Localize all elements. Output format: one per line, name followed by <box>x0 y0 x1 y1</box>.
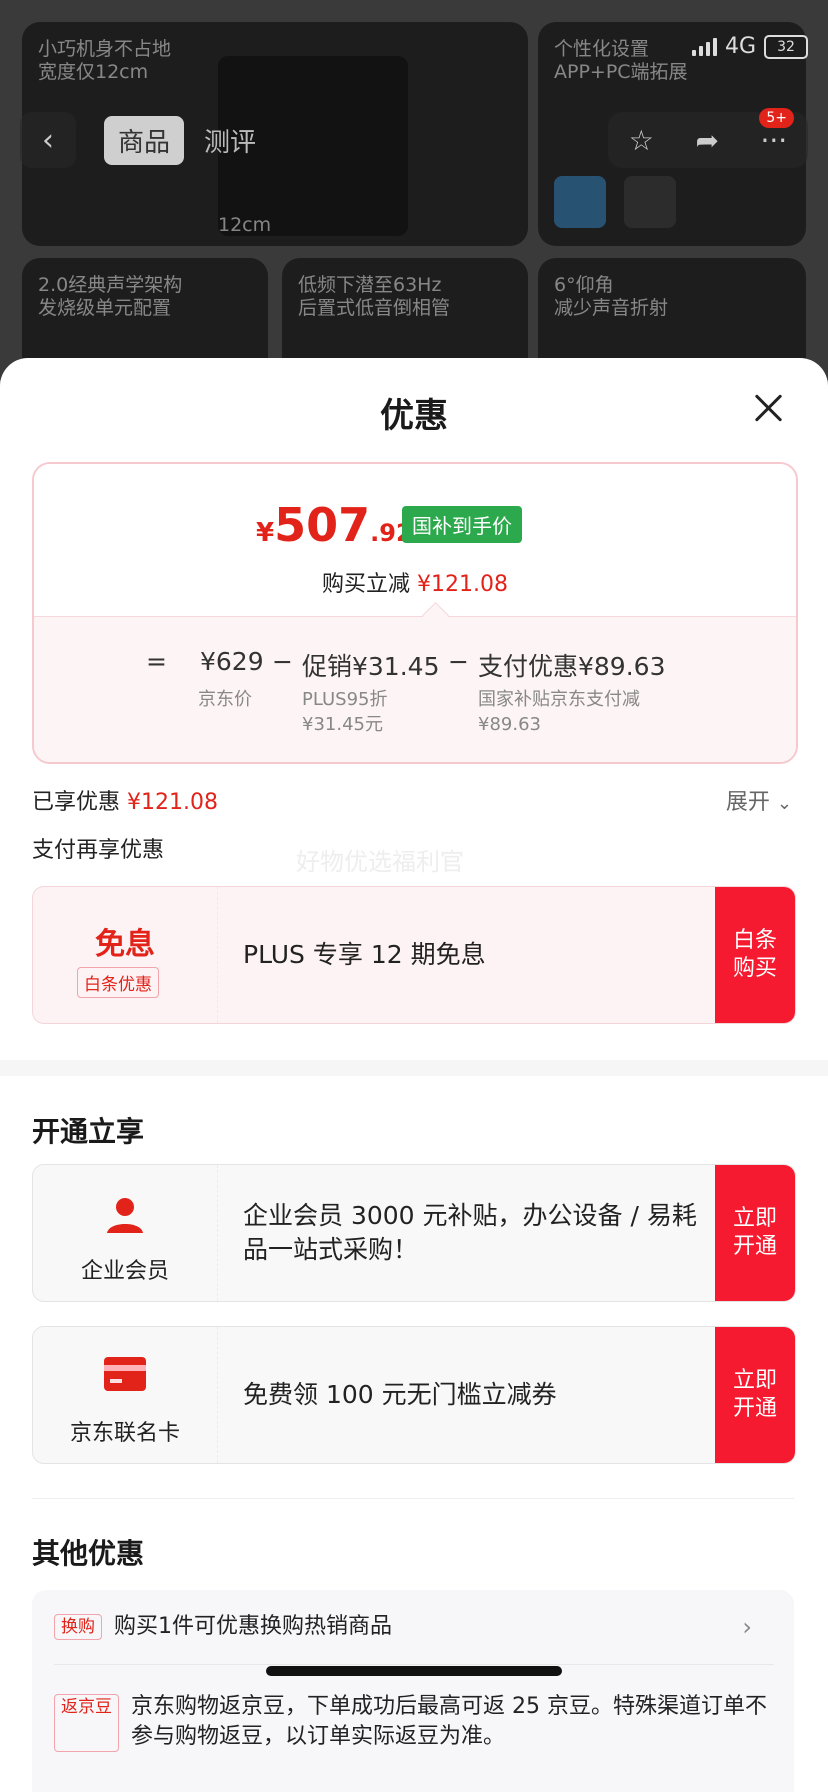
share-icon[interactable]: ➦ <box>695 124 718 157</box>
enterprise-member-label: 企业会员 <box>80 1259 169 1284</box>
instant-reduction: 购买立减 ¥121.08 <box>34 566 796 598</box>
promo-detail: PLUS95折 ¥31.45元 <box>302 687 388 737</box>
home-indicator[interactable] <box>266 1666 562 1676</box>
enterprise-open-button[interactable]: 立即开通 <box>715 1165 795 1301</box>
payment-detail-amount: ¥89.63 <box>478 714 541 735</box>
jd-cobrand-card[interactable]: 京东联名卡 免费领 100 元无门槛立减券 立即开通 <box>32 1326 796 1464</box>
jd-bean-text: 京东购物返京豆，下单成功后最高可返 25 京豆。特殊渠道订单不参与购物返豆，以订… <box>131 1694 767 1749</box>
enjoyed-amount: ¥121.08 <box>127 790 218 815</box>
divider <box>32 1498 794 1499</box>
jd-price: ¥629 <box>200 647 264 676</box>
battery-level: 32 <box>777 38 795 55</box>
more-icon[interactable]: ··· <box>760 124 787 157</box>
jd-card-open-label: 立即开通 <box>732 1368 777 1421</box>
battery-icon: 32 <box>764 34 808 59</box>
subsidy-price-tag: 国补到手价 <box>402 506 522 543</box>
nav-actions: ☆ ➦ ··· 5+ <box>608 108 808 168</box>
status-bar: 4G 32 <box>691 34 808 59</box>
enjoyed-discount: 已享优惠 ¥121.08 <box>32 784 218 816</box>
back-button[interactable]: ‹ <box>20 112 76 168</box>
jd-card-label: 京东联名卡 <box>69 1421 180 1446</box>
baitiao-offer-card[interactable]: 免息 白条优惠 PLUS 专享 12 期免息 白条购买 <box>32 886 796 1024</box>
credit-card-icon <box>104 1357 146 1391</box>
more-badge: 5+ <box>759 108 794 128</box>
other-section-title: 其他优惠 <box>32 1537 145 1570</box>
reduction-amount: ¥121.08 <box>417 572 508 597</box>
list-item[interactable]: 换购 购买1件可优惠换购热销商品 › <box>54 1612 774 1642</box>
product-background: 小巧机身不占地 宽度仅12cm 12cm 个性化设置 APP+PC端拓展 2.0经典… <box>0 0 828 380</box>
equals-sign: = <box>146 647 167 676</box>
chevron-right-icon: › <box>742 1613 752 1641</box>
baitiao-offer-text: PLUS 专享 12 期免息 <box>243 940 486 969</box>
favorite-star-icon[interactable]: ☆ <box>629 124 654 157</box>
expand-toggle[interactable]: 展开 ⌄ <box>726 784 792 816</box>
promo-detail-line: PLUS95折 <box>302 689 388 710</box>
payment-discount: 支付优惠¥89.63 <box>478 652 666 681</box>
reduction-label: 购买立减 <box>322 572 411 597</box>
product-nav: ‹ 商品 测评 ☆ ➦ ··· 5+ <box>0 108 828 172</box>
trade-in-text: 购买1件可优惠换购热销商品 <box>114 1614 392 1639</box>
user-icon <box>107 1198 143 1233</box>
promo-discount: 促销¥31.45 <box>302 652 440 681</box>
baitiao-buy-label: 白条购买 <box>732 928 777 981</box>
open-section-title: 开通立享 <box>32 1115 145 1148</box>
jd-card-text: 免费领 100 元无门槛立减券 <box>243 1380 557 1409</box>
tab-product[interactable]: 商品 <box>104 115 185 165</box>
minus-sign: − <box>448 647 469 676</box>
product-tabs: 商品 测评 <box>104 115 270 165</box>
price-summary-card: ¥ 507 .92 国补到手价 购买立减 ¥121.08 = ¥629 − 促销… <box>32 462 798 764</box>
enjoyed-label: 已享优惠 <box>32 790 121 815</box>
interest-free-title: 免息 <box>95 927 155 962</box>
signal-icon <box>691 37 717 56</box>
discount-sheet: 优惠 ¥ 507 .92 国补到手价 购买立减 ¥121.08 = ¥629 −… <box>0 358 828 1792</box>
jd-price-label: 京东价 <box>198 689 252 710</box>
price-integer: 507 <box>274 498 371 552</box>
chevron-left-icon: ‹ <box>42 122 54 158</box>
list-item: 返京豆 京东购物返京豆，下单成功后最高可返 25 京豆。特殊渠道订单不参与购物返豆… <box>54 1692 774 1752</box>
trade-in-tag: 换购 <box>54 1614 102 1640</box>
baitiao-tag: 白条优惠 <box>77 967 159 998</box>
baitiao-buy-button[interactable]: 白条购买 <box>715 887 795 1023</box>
expand-label: 展开 <box>725 790 770 815</box>
other-offers-list: 换购 购买1件可优惠换购热销商品 › 返京豆 京东购物返京豆，下单成功后最高可返 2… <box>32 1590 794 1792</box>
enterprise-open-label: 立即开通 <box>732 1206 777 1259</box>
watermark: 好物优选福利官 <box>296 848 464 876</box>
minus-sign: − <box>272 647 293 676</box>
price-breakdown: = ¥629 − 促销¥31.45 − 支付优惠¥89.63 京东价 PLUS9… <box>34 616 796 762</box>
tab-review[interactable]: 测评 <box>190 116 270 165</box>
payment-detail: 国家补贴京东支付减 ¥89.63 <box>478 687 640 737</box>
jd-bean-tag: 返京豆 <box>54 1694 119 1752</box>
currency-symbol: ¥ <box>256 518 275 548</box>
chevron-down-icon: ⌄ <box>776 793 792 814</box>
payment-detail-line: 国家补贴京东支付减 <box>478 689 640 710</box>
enterprise-member-text: 企业会员 3000 元补贴，办公设备 / 易耗品一站式采购！ <box>243 1201 697 1264</box>
enterprise-member-card[interactable]: 企业会员 企业会员 3000 元补贴，办公设备 / 易耗品一站式采购！ 立即开通 <box>32 1164 796 1302</box>
sheet-title: 优惠 <box>380 396 448 436</box>
section-separator <box>0 1060 828 1076</box>
close-icon[interactable] <box>748 388 788 428</box>
divider <box>54 1664 774 1665</box>
pay-discount-heading: 支付再享优惠 <box>32 838 165 863</box>
final-price: ¥ 507 .92 <box>256 498 413 552</box>
network-label: 4G <box>724 34 756 59</box>
promo-detail-amount: ¥31.45元 <box>302 714 383 735</box>
jd-card-open-button[interactable]: 立即开通 <box>715 1327 795 1463</box>
